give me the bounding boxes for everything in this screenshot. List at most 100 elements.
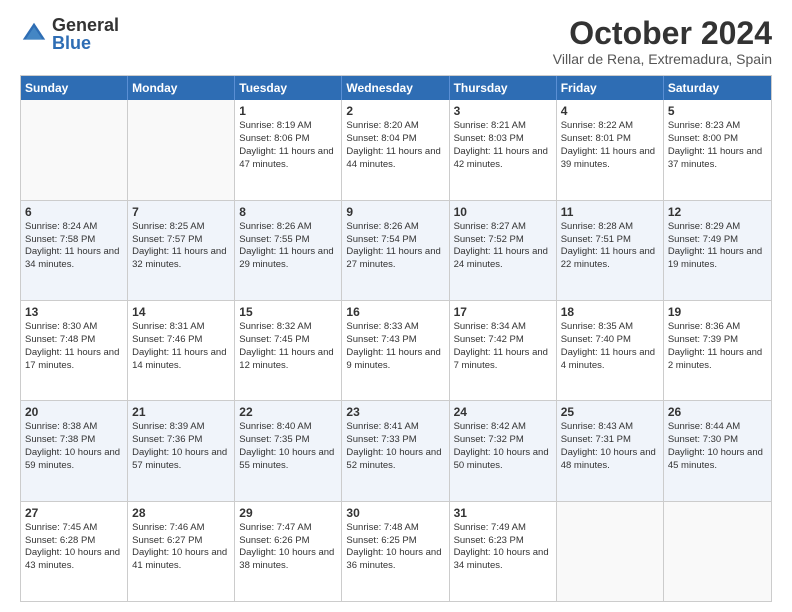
sunrise-text: Sunrise: 8:27 AM [454, 221, 526, 232]
daylight-text: Daylight: 11 hours and 42 minutes. [454, 146, 548, 170]
calendar-cell-empty [664, 502, 771, 601]
calendar-cell-7: 7Sunrise: 8:25 AMSunset: 7:57 PMDaylight… [128, 201, 235, 300]
sunrise-text: Sunrise: 7:47 AM [239, 522, 311, 533]
sunrise-text: Sunrise: 8:32 AM [239, 321, 311, 332]
header: General Blue October 2024 Villar de Rena… [20, 16, 772, 67]
calendar-row-3: 13Sunrise: 8:30 AMSunset: 7:48 PMDayligh… [21, 300, 771, 400]
day-number: 7 [132, 204, 230, 220]
sunset-text: Sunset: 8:04 PM [346, 133, 416, 144]
daylight-text: Daylight: 10 hours and 45 minutes. [668, 447, 763, 471]
sunrise-text: Sunrise: 7:49 AM [454, 522, 526, 533]
calendar-cell-4: 4Sunrise: 8:22 AMSunset: 8:01 PMDaylight… [557, 100, 664, 199]
day-number: 14 [132, 304, 230, 320]
sunrise-text: Sunrise: 7:46 AM [132, 522, 204, 533]
day-number: 24 [454, 404, 552, 420]
day-number: 21 [132, 404, 230, 420]
sunset-text: Sunset: 7:43 PM [346, 334, 416, 345]
daylight-text: Daylight: 10 hours and 52 minutes. [346, 447, 441, 471]
sunset-text: Sunset: 7:49 PM [668, 234, 738, 245]
calendar-cell-12: 12Sunrise: 8:29 AM Sunset: 7:49 PMDayligh… [664, 201, 771, 300]
calendar-header: SundayMondayTuesdayWednesdayThursdayFrid… [21, 76, 771, 100]
calendar-cell-6: 6Sunrise: 8:24 AMSunset: 7:58 PMDaylight… [21, 201, 128, 300]
sunset-text: Sunset: 7:54 PM [346, 234, 416, 245]
calendar-header-sunday: Sunday [21, 76, 128, 100]
main-title: October 2024 [553, 16, 772, 51]
daylight-text: Daylight: 11 hours and 47 minutes. [239, 146, 333, 170]
calendar-cell-26: 26Sunrise: 8:44 AMSunset: 7:30 PMDayligh… [664, 401, 771, 500]
day-number: 3 [454, 103, 552, 119]
daylight-text: Daylight: 11 hours and 29 minutes. [239, 246, 333, 270]
daylight-text: Daylight: 10 hours and 38 minutes. [239, 547, 334, 571]
calendar-cell-27: 27Sunrise: 7:45 AMSunset: 6:28 PMDayligh… [21, 502, 128, 601]
sunset-text: Sunset: 7:31 PM [561, 434, 631, 445]
calendar: SundayMondayTuesdayWednesdayThursdayFrid… [20, 75, 772, 602]
logo-icon [20, 20, 48, 48]
sunset-text: Sunset: 7:39 PM [668, 334, 738, 345]
calendar-cell-23: 23Sunrise: 8:41 AM Sunset: 7:33 PM Dayligh… [342, 401, 449, 500]
sunset-text: Sunset: 7:55 PM [239, 234, 309, 245]
calendar-header-monday: Monday [128, 76, 235, 100]
sunrise-text: Sunrise: 7:45 AM [25, 522, 97, 533]
sunset-text: Sunset: 7:33 PM [346, 434, 416, 445]
day-number: 30 [346, 505, 444, 521]
calendar-cell-5: 5Sunrise: 8:23 AMSunset: 8:00 PMDaylight… [664, 100, 771, 199]
day-number: 9 [346, 204, 444, 220]
daylight-text: Daylight: 11 hours and 2 minutes. [668, 347, 762, 371]
calendar-header-friday: Friday [557, 76, 664, 100]
daylight-text: Daylight: 11 hours and 32 minutes. [132, 246, 226, 270]
sunrise-text: Sunrise: 8:29 AM [668, 221, 740, 232]
sunset-text: Sunset: 7:45 PM [239, 334, 309, 345]
sunrise-text: Sunrise: 8:42 AM [454, 421, 526, 432]
daylight-text: Daylight: 10 hours and 55 minutes. [239, 447, 334, 471]
calendar-cell-empty [21, 100, 128, 199]
calendar-cell-8: 8Sunrise: 8:26 AM Sunset: 7:55 PMDaylight… [235, 201, 342, 300]
sunrise-text: Sunrise: 8:26 AM [239, 221, 311, 232]
daylight-text: Daylight: 11 hours and 17 minutes. [25, 347, 119, 371]
day-number: 1 [239, 103, 337, 119]
day-number: 27 [25, 505, 123, 521]
calendar-cell-30: 30Sunrise: 7:48 AMSunset: 6:25 PMDayligh… [342, 502, 449, 601]
sunrise-text: Sunrise: 8:24 AM [25, 221, 97, 232]
sunset-text: Sunset: 8:00 PM [668, 133, 738, 144]
calendar-cell-16: 16Sunrise: 8:33 AMSunset: 7:43 PMDayligh… [342, 301, 449, 400]
day-number: 29 [239, 505, 337, 521]
calendar-row-2: 6Sunrise: 8:24 AMSunset: 7:58 PMDaylight… [21, 200, 771, 300]
calendar-cell-20: 20Sunrise: 8:38 AMSunset: 7:38 PMDayligh… [21, 401, 128, 500]
day-number: 4 [561, 103, 659, 119]
calendar-row-1: 1Sunrise: 8:19 AMSunset: 8:06 PMDaylight… [21, 100, 771, 199]
sunset-text: Sunset: 7:40 PM [561, 334, 631, 345]
calendar-cell-empty [128, 100, 235, 199]
sunset-text: Sunset: 7:42 PM [454, 334, 524, 345]
daylight-text: Daylight: 11 hours and 19 minutes. [668, 246, 762, 270]
calendar-cell-11: 11Sunrise: 8:28 AMSunset: 7:51 PMDayligh… [557, 201, 664, 300]
sunrise-text: Sunrise: 8:22 AM [561, 120, 633, 131]
day-number: 16 [346, 304, 444, 320]
calendar-cell-15: 15Sunrise: 8:32 AM Sunset: 7:45 PM Dayligh… [235, 301, 342, 400]
sunset-text: Sunset: 7:38 PM [25, 434, 95, 445]
day-number: 31 [454, 505, 552, 521]
sunset-text: Sunset: 7:52 PM [454, 234, 524, 245]
sunset-text: Sunset: 7:46 PM [132, 334, 202, 345]
sunrise-text: Sunrise: 8:41 AM [346, 421, 418, 432]
day-number: 25 [561, 404, 659, 420]
calendar-cell-1: 1Sunrise: 8:19 AMSunset: 8:06 PMDaylight… [235, 100, 342, 199]
daylight-text: Daylight: 11 hours and 12 minutes. [239, 347, 333, 371]
calendar-cell-28: 28Sunrise: 7:46 AMSunset: 6:27 PMDayligh… [128, 502, 235, 601]
day-number: 23 [346, 404, 444, 420]
calendar-cell-10: 10Sunrise: 8:27 AMSunset: 7:52 PMDayligh… [450, 201, 557, 300]
calendar-cell-19: 19Sunrise: 8:36 AMSunset: 7:39 PMDayligh… [664, 301, 771, 400]
calendar-cell-29: 29Sunrise: 7:47 AMSunset: 6:26 PMDayligh… [235, 502, 342, 601]
calendar-cell-empty [557, 502, 664, 601]
day-number: 12 [668, 204, 767, 220]
day-number: 17 [454, 304, 552, 320]
sunset-text: Sunset: 6:27 PM [132, 535, 202, 546]
sunrise-text: Sunrise: 8:39 AM [132, 421, 204, 432]
logo: General Blue [20, 16, 119, 52]
day-number: 15 [239, 304, 337, 320]
day-number: 8 [239, 204, 337, 220]
day-number: 5 [668, 103, 767, 119]
calendar-body: 1Sunrise: 8:19 AMSunset: 8:06 PMDaylight… [21, 100, 771, 601]
sunrise-text: Sunrise: 8:38 AM [25, 421, 97, 432]
sunrise-text: Sunrise: 8:30 AM [25, 321, 97, 332]
calendar-cell-2: 2Sunrise: 8:20 AMSunset: 8:04 PMDaylight… [342, 100, 449, 199]
